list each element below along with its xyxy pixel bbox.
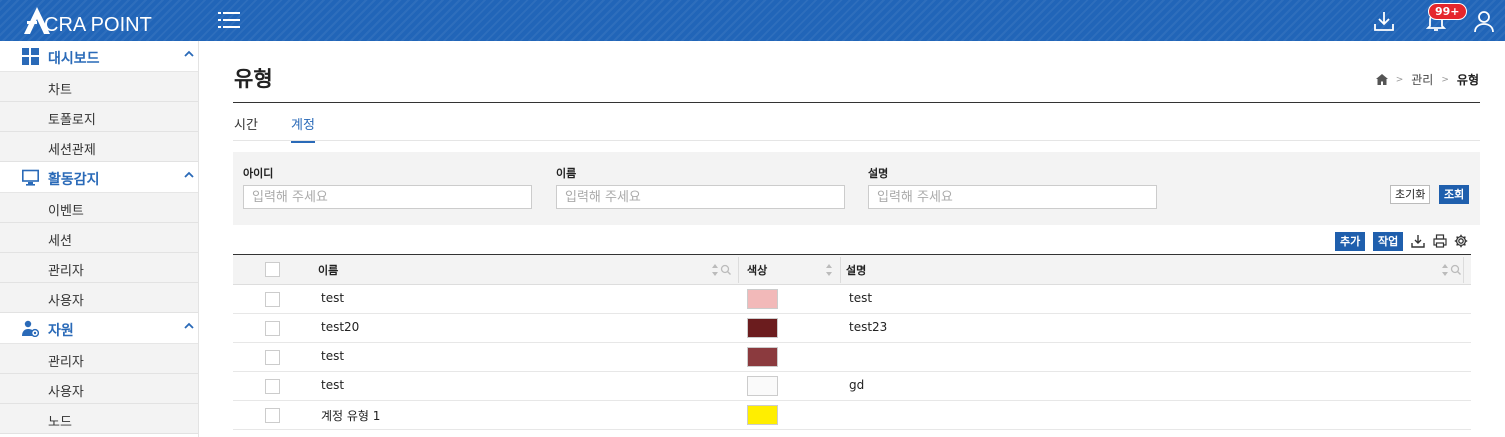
sidebar-item-label: 사용자 (48, 385, 84, 400)
sidebar-group-activity[interactable]: 활동감지 (0, 162, 198, 193)
top-bar: CRA POINT 99+ (0, 0, 1505, 41)
sidebar-group-label: 활동감지 (48, 172, 100, 188)
description-input[interactable] (868, 185, 1157, 209)
sidebar-group-label: 자원 (48, 323, 74, 339)
task-button[interactable]: 작업 (1373, 232, 1404, 251)
cell-name: test (321, 378, 345, 392)
table-header: 이름 색상 설명 (233, 254, 1471, 285)
filter-panel: 아이디 이름 설명 초기화 조회 (233, 152, 1480, 225)
cell-description: gd (849, 378, 865, 392)
filter-label-name: 이름 (556, 167, 577, 180)
sidebar-item-label: 이벤트 (48, 204, 84, 219)
row-checkbox[interactable] (265, 350, 280, 365)
sidebar-item-label: 세션관제 (48, 143, 96, 158)
user-resource-icon (22, 320, 39, 337)
breadcrumb: > 관리 > 유형 (1375, 71, 1479, 88)
color-swatch (747, 318, 778, 338)
sidebar-item-label: 관리자 (48, 264, 84, 279)
sidebar-item-topology[interactable]: 토폴로지 (0, 102, 198, 132)
tab-bar: 시간 계정 (233, 113, 1480, 143)
sidebar-item-session[interactable]: 세션 (0, 223, 198, 253)
cell-name: 계정 유형 1 (321, 409, 381, 423)
sidebar-item-label: 노드 (48, 415, 72, 430)
sidebar-item-label: 차트 (48, 83, 72, 98)
export-download-icon[interactable] (1411, 234, 1425, 248)
color-swatch (747, 376, 778, 396)
notification-badge: 99+ (1428, 3, 1467, 20)
chevron-up-icon (184, 322, 194, 329)
column-divider[interactable] (1463, 257, 1464, 283)
monitor-icon (22, 169, 39, 186)
sidebar-item-label: 토폴로지 (48, 113, 96, 128)
column-header-color[interactable]: 색상 (747, 262, 767, 278)
page-title: 유형 (234, 67, 273, 91)
table-row[interactable]: test test (233, 285, 1471, 314)
sidebar-item-user[interactable]: 사용자 (0, 283, 198, 313)
sidebar-item-label: 관리자 (48, 355, 84, 370)
select-all-checkbox[interactable] (265, 262, 280, 277)
sort-filter-icon[interactable] (1441, 263, 1463, 277)
title-divider (233, 102, 1480, 103)
breadcrumb-item[interactable]: 관리 (1411, 71, 1433, 88)
sort-filter-icon[interactable] (711, 263, 733, 277)
filter-label-description: 설명 (868, 167, 889, 180)
logo-text: CRA POINT (44, 14, 152, 36)
sidebar-item-node[interactable]: 노드 (0, 404, 198, 434)
filter-label-id: 아이디 (243, 167, 274, 180)
breadcrumb-separator: > (1441, 74, 1449, 85)
sidebar-item-resource-user[interactable]: 사용자 (0, 374, 198, 404)
sidebar-group-label: 대시보드 (48, 51, 100, 67)
row-checkbox[interactable] (265, 408, 280, 423)
id-input[interactable] (243, 185, 532, 209)
name-input[interactable] (556, 185, 845, 209)
sidebar-item-chart[interactable]: 차트 (0, 72, 198, 102)
breadcrumb-current: 유형 (1456, 73, 1479, 87)
chevron-up-icon (184, 171, 194, 178)
column-divider[interactable] (738, 257, 739, 283)
cell-name: test20 (321, 320, 360, 334)
print-icon[interactable] (1433, 234, 1447, 248)
column-header-name[interactable]: 이름 (318, 262, 338, 278)
chevron-up-icon (184, 50, 194, 57)
color-swatch (747, 347, 778, 367)
menu-toggle-icon[interactable] (218, 11, 240, 29)
sort-icon[interactable] (825, 263, 847, 277)
sidebar-item-resource-admin[interactable]: 관리자 (0, 344, 198, 374)
user-account-icon[interactable] (1472, 9, 1496, 33)
sidebar-item-event[interactable]: 이벤트 (0, 193, 198, 223)
row-checkbox[interactable] (265, 321, 280, 336)
table-row[interactable]: test gd (233, 372, 1471, 401)
tab-account[interactable]: 계정 (291, 114, 315, 143)
sidebar: 대시보드 차트 토폴로지 세션관제 활동감지 이벤트 세션 관리자 사용자 자원… (0, 41, 199, 437)
tab-time[interactable]: 시간 (234, 114, 258, 141)
cell-description: test (849, 291, 873, 305)
sidebar-group-resource[interactable]: 자원 (0, 313, 198, 344)
sidebar-item-session-control[interactable]: 세션관제 (0, 132, 198, 162)
dashboard-grid-icon (22, 48, 39, 65)
color-swatch (747, 405, 778, 425)
reset-button[interactable]: 초기화 (1390, 185, 1431, 204)
add-button[interactable]: 추가 (1335, 232, 1366, 251)
sidebar-item-admin[interactable]: 관리자 (0, 253, 198, 283)
table-row[interactable]: 계정 유형 1 (233, 401, 1471, 430)
row-checkbox[interactable] (265, 379, 280, 394)
row-checkbox[interactable] (265, 292, 280, 307)
home-icon[interactable] (1375, 74, 1388, 85)
data-grid: 이름 색상 설명 test test test20 test23 test te… (233, 254, 1471, 430)
cell-name: test (321, 349, 345, 363)
sidebar-group-dashboard[interactable]: 대시보드 (0, 41, 198, 72)
color-swatch (747, 289, 778, 309)
column-divider[interactable] (840, 257, 841, 283)
cell-name: test (321, 291, 345, 305)
sidebar-item-label: 세션 (48, 234, 72, 249)
sidebar-item-label: 사용자 (48, 294, 84, 309)
cell-description: test23 (849, 320, 888, 334)
download-icon[interactable] (1372, 9, 1396, 33)
search-button[interactable]: 조회 (1439, 185, 1470, 204)
table-row[interactable]: test20 test23 (233, 314, 1471, 343)
breadcrumb-separator: > (1395, 74, 1404, 85)
column-header-description[interactable]: 설명 (846, 262, 866, 278)
table-row[interactable]: test (233, 343, 1471, 372)
settings-gear-icon[interactable] (1454, 234, 1468, 248)
